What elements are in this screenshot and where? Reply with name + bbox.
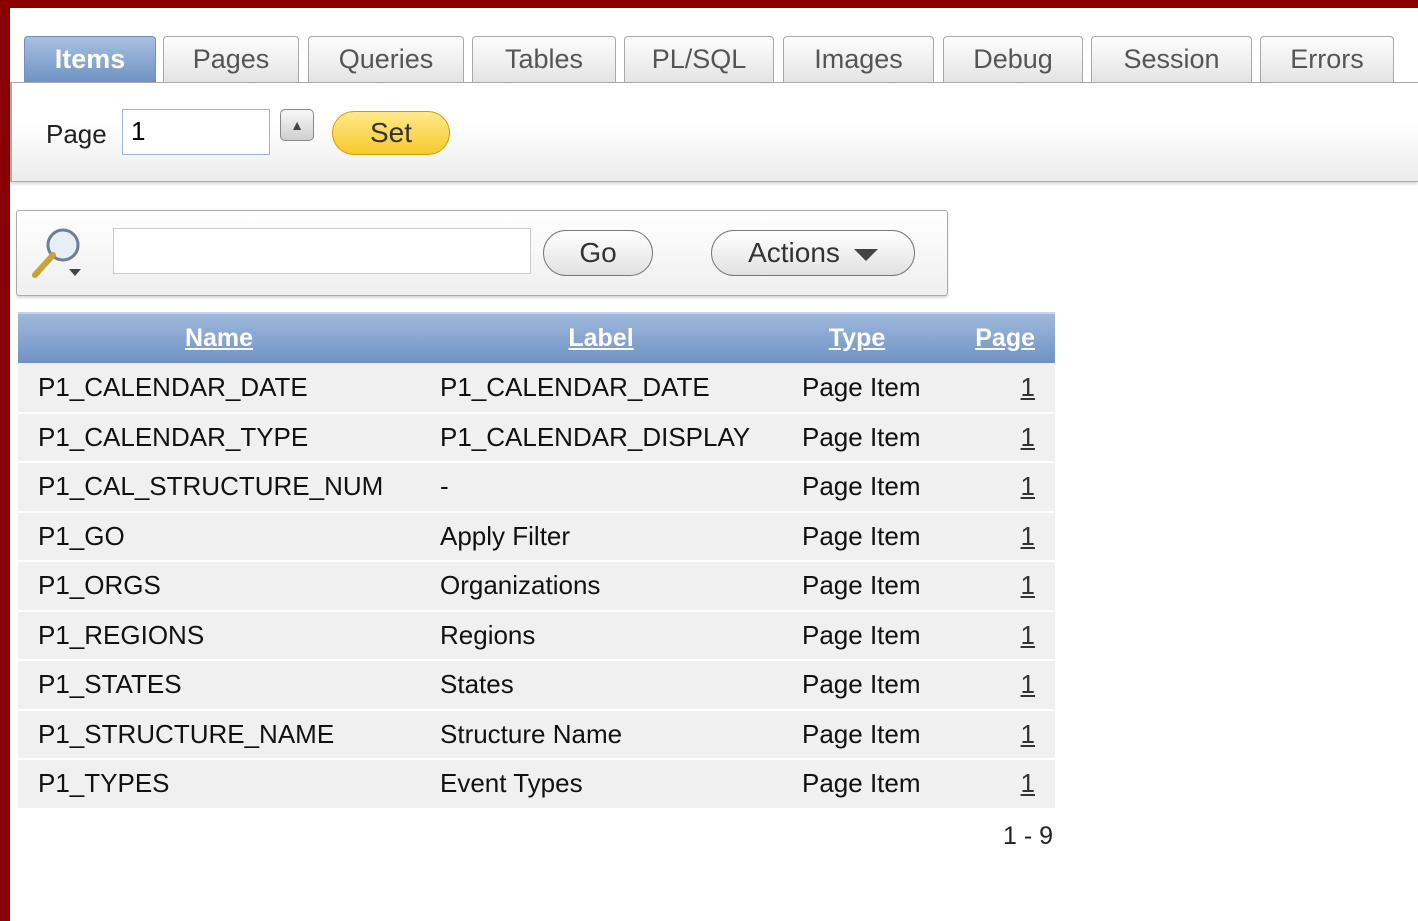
pagination-range: 1 - 9	[1003, 822, 1054, 850]
report-search-bar: Go Actions	[16, 210, 948, 296]
tab-debug[interactable]: Debug	[943, 36, 1083, 82]
go-button[interactable]: Go	[543, 230, 653, 276]
table-row: P1_CALENDAR_TYPE P1_CALENDAR_DISPLAY Pag…	[18, 412, 1055, 463]
cell-page-link[interactable]: 1	[932, 462, 1055, 513]
tab-tables[interactable]: Tables	[472, 36, 616, 82]
page-selector-bar: Page 1 ▲ Set	[10, 82, 1418, 182]
cell-page-link[interactable]: 1	[932, 610, 1055, 661]
cell-page-link[interactable]: 1	[932, 412, 1055, 463]
table-row: P1_STRUCTURE_NAME Structure Name Page It…	[18, 709, 1055, 760]
column-header-page[interactable]: Page	[932, 312, 1055, 363]
tab-session[interactable]: Session	[1091, 36, 1252, 82]
page-number-input[interactable]: 1	[122, 109, 270, 155]
cell-label: Event Types	[420, 759, 782, 810]
cell-type: Page Item	[782, 462, 932, 513]
cell-type: Page Item	[782, 363, 932, 414]
table-row: P1_STATES States Page Item 1	[18, 660, 1055, 711]
column-header-label[interactable]: Label	[420, 312, 782, 363]
search-input[interactable]	[113, 228, 531, 274]
table-row: P1_ORGS Organizations Page Item 1	[18, 561, 1055, 612]
cell-type: Page Item	[782, 709, 932, 760]
cell-page-link[interactable]: 1	[932, 363, 1055, 414]
cell-label: P1_CALENDAR_DISPLAY	[420, 412, 782, 463]
cell-label: P1_CALENDAR_DATE	[420, 363, 782, 414]
cell-name: P1_REGIONS	[18, 610, 420, 661]
cell-name: P1_TYPES	[18, 759, 420, 810]
column-header-name[interactable]: Name	[18, 312, 420, 363]
tab-plsql[interactable]: PL/SQL	[624, 36, 774, 82]
cell-name: P1_GO	[18, 511, 420, 562]
table-row: P1_REGIONS Regions Page Item 1	[18, 610, 1055, 661]
actions-label: Actions	[748, 237, 840, 268]
cell-label: Structure Name	[420, 709, 782, 760]
actions-menu-button[interactable]: Actions	[711, 230, 915, 276]
cell-page-link[interactable]: 1	[932, 660, 1055, 711]
cell-label: Regions	[420, 610, 782, 661]
page-label: Page	[46, 119, 107, 149]
page-picker-button[interactable]: ▲	[280, 109, 314, 141]
cell-label: States	[420, 660, 782, 711]
search-icon[interactable]	[29, 223, 89, 283]
cell-type: Page Item	[782, 660, 932, 711]
up-arrow-icon: ▲	[290, 117, 304, 133]
cell-name: P1_CALENDAR_DATE	[18, 363, 420, 414]
set-button[interactable]: Set	[332, 111, 450, 155]
table-row: P1_GO Apply Filter Page Item 1	[18, 511, 1055, 562]
cell-label: Apply Filter	[420, 511, 782, 562]
cell-label: Organizations	[420, 561, 782, 612]
cell-type: Page Item	[782, 511, 932, 562]
cell-name: P1_CAL_STRUCTURE_NUM	[18, 462, 420, 513]
tab-pages[interactable]: Pages	[163, 36, 299, 82]
cell-type: Page Item	[782, 610, 932, 661]
table-header-row: Name Label Type Page	[18, 312, 1055, 363]
cell-name: P1_ORGS	[18, 561, 420, 612]
tab-images[interactable]: Images	[783, 36, 934, 82]
cell-page-link[interactable]: 1	[932, 511, 1055, 562]
cell-name: P1_STRUCTURE_NAME	[18, 709, 420, 760]
cell-label: -	[420, 462, 782, 513]
table-row: P1_CALENDAR_DATE P1_CALENDAR_DATE Page I…	[18, 363, 1055, 414]
tab-queries[interactable]: Queries	[308, 36, 464, 82]
cell-type: Page Item	[782, 561, 932, 612]
tab-items[interactable]: Items	[24, 36, 156, 82]
tab-errors[interactable]: Errors	[1260, 36, 1394, 82]
items-report-table: Name Label Type Page P1_CALENDAR_DATE P1…	[18, 312, 1055, 810]
column-header-type[interactable]: Type	[782, 312, 932, 363]
caret-down-icon	[853, 249, 878, 261]
cell-name: P1_CALENDAR_TYPE	[18, 412, 420, 463]
cell-page-link[interactable]: 1	[932, 709, 1055, 760]
table-row: P1_CAL_STRUCTURE_NUM - Page Item 1	[18, 462, 1055, 513]
cell-type: Page Item	[782, 759, 932, 810]
cell-name: P1_STATES	[18, 660, 420, 711]
cell-type: Page Item	[782, 412, 932, 463]
cell-page-link[interactable]: 1	[932, 561, 1055, 612]
table-row: P1_TYPES Event Types Page Item 1	[18, 759, 1055, 810]
cell-page-link[interactable]: 1	[932, 759, 1055, 810]
app-frame: Items Pages Queries Tables PL/SQL Images…	[10, 8, 1418, 921]
